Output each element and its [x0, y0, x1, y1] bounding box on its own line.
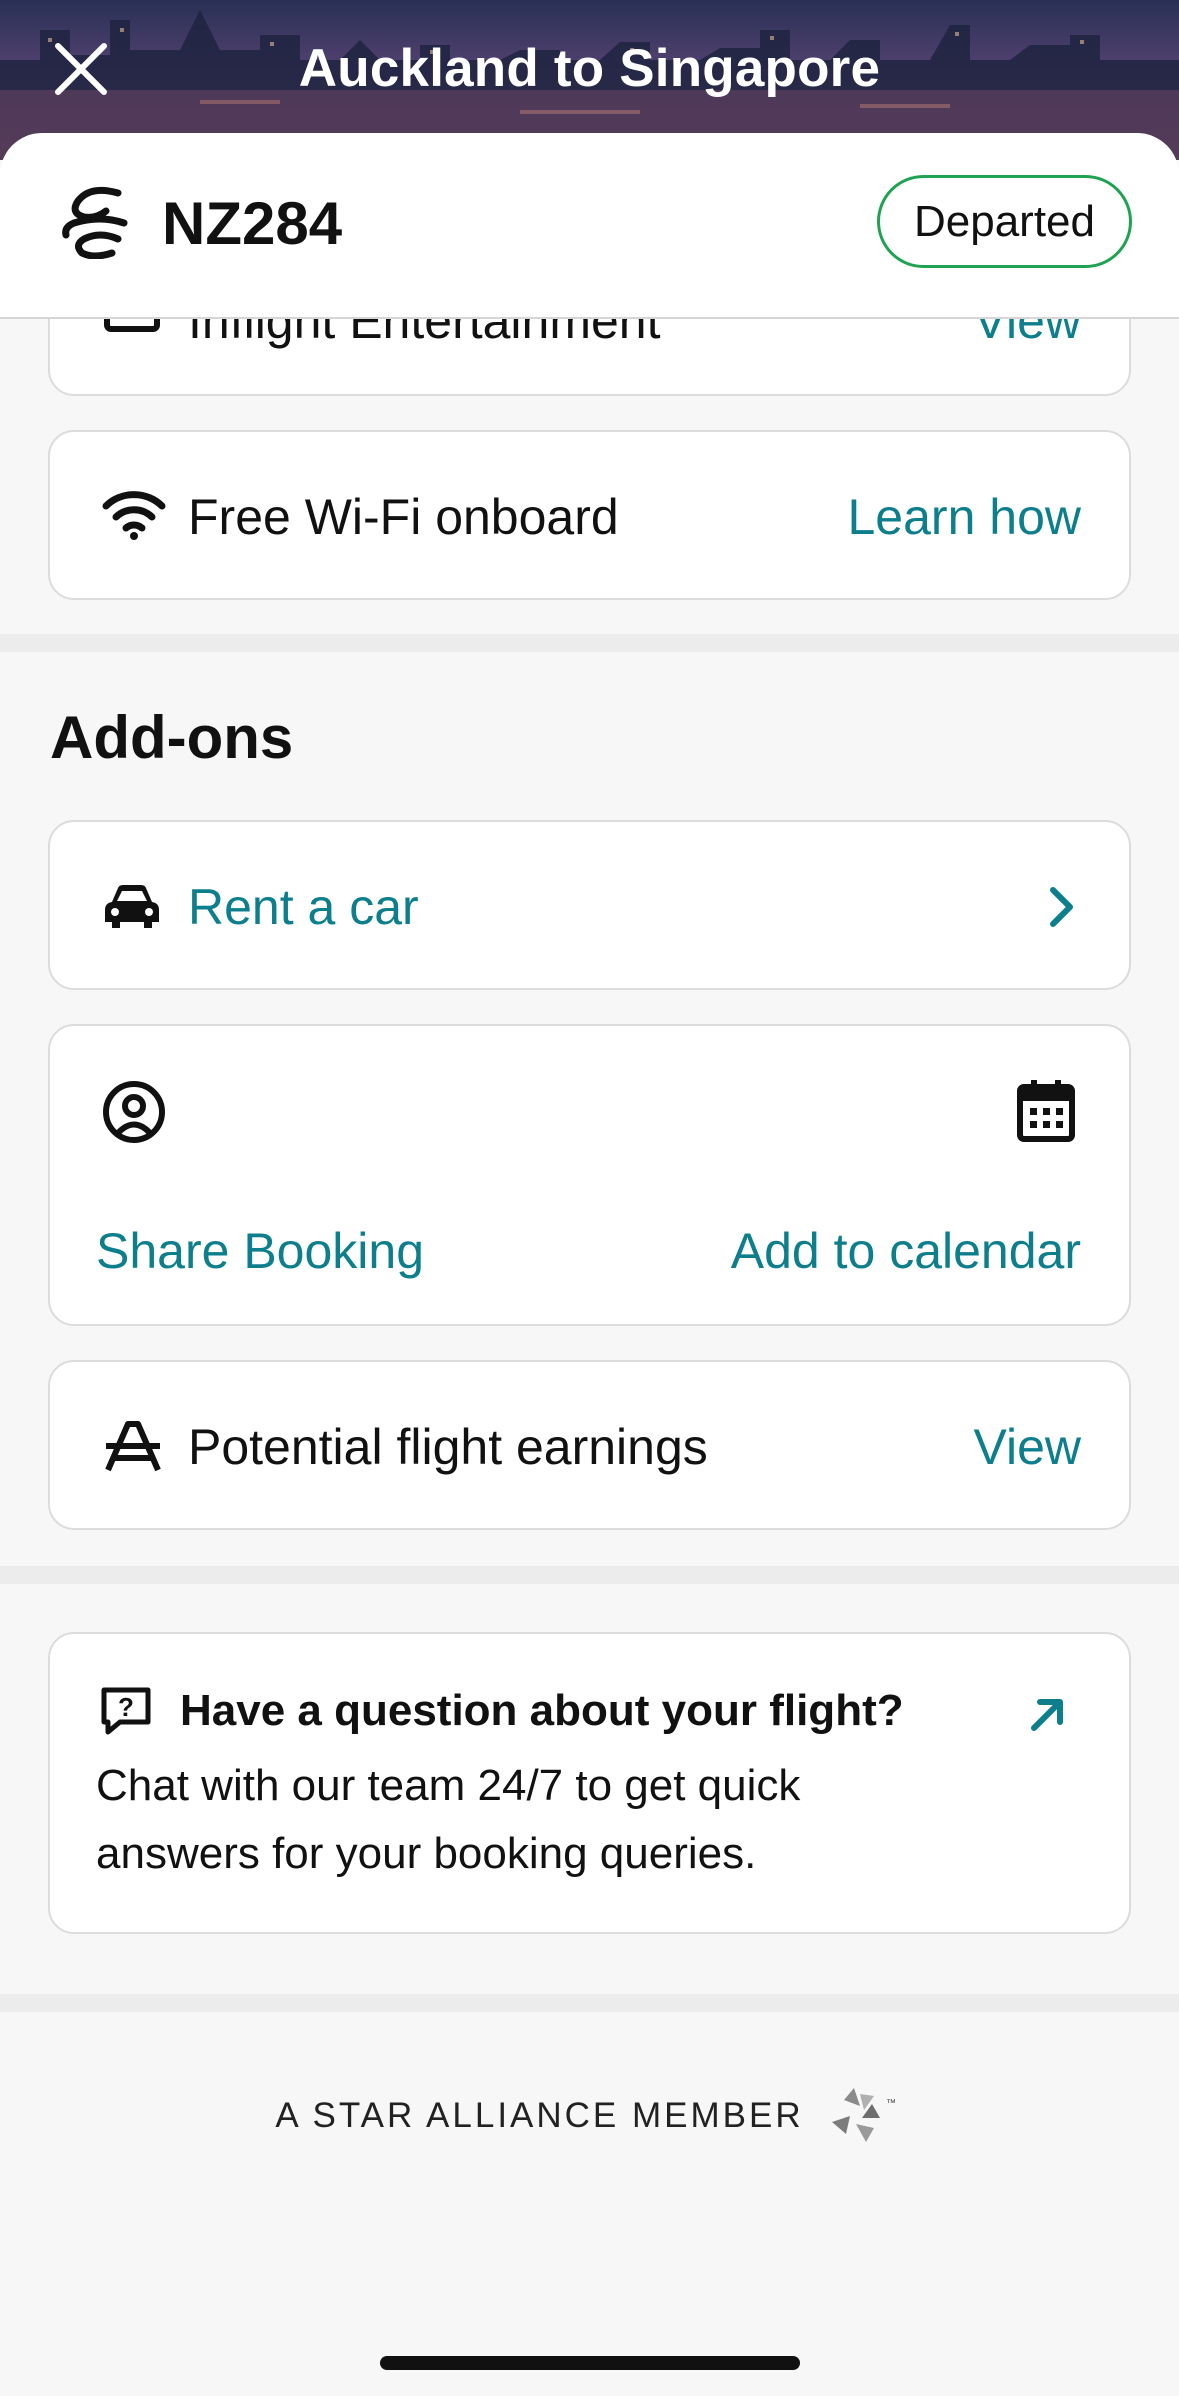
flight-status-badge: Departed [877, 175, 1132, 268]
rent-car-label: Rent a car [188, 879, 419, 935]
airpoints-icon [105, 1421, 161, 1472]
share-booking-button[interactable]: Share Booking [50, 1026, 550, 1326]
star-alliance-logo-icon: ™ [831, 2088, 896, 2142]
air-new-zealand-koru-icon [62, 186, 128, 259]
flight-number: NZ284 [162, 190, 343, 257]
section-divider [0, 1566, 1179, 1584]
wifi-label: Free Wi-Fi onboard [188, 489, 619, 545]
addons-section-title: Add-ons [50, 704, 294, 771]
add-to-calendar-button[interactable]: Add to calendar [629, 1026, 1129, 1326]
rent-car-card[interactable]: Rent a car [48, 820, 1131, 990]
question-chat-icon: ? [101, 1687, 151, 1735]
question-title: Have a question about your flight? [180, 1686, 904, 1735]
section-divider [0, 1994, 1179, 2012]
svg-text:?: ? [118, 1692, 134, 1722]
chevron-right-icon [1050, 887, 1073, 927]
earnings-label: Potential flight earnings [188, 1419, 708, 1475]
external-arrow-icon [1031, 1699, 1063, 1731]
scroll-content: Inflight Entertainment View Free Wi-Fi o… [0, 0, 1179, 2396]
trademark-mark: ™ [886, 2098, 896, 2109]
star-alliance-footer: A STAR ALLIANCE MEMBER ™ [0, 2086, 1179, 2146]
earnings-view-link[interactable]: View [974, 1418, 1081, 1476]
share-booking-label: Share Booking [96, 1223, 425, 1279]
earnings-card[interactable]: Potential flight earnings View [48, 1360, 1131, 1530]
section-divider [0, 634, 1179, 652]
trip-detail-screen: Inflight Entertainment View Free Wi-Fi o… [0, 0, 1179, 2396]
wifi-card[interactable]: Free Wi-Fi onboard Learn how [48, 430, 1131, 600]
car-icon [105, 885, 159, 928]
question-body: Chat with our team 24/7 to get quick ans… [96, 1761, 801, 1878]
wifi-icon [102, 491, 166, 540]
wifi-learn-how-link[interactable]: Learn how [848, 488, 1082, 546]
home-indicator[interactable] [380, 2356, 800, 2370]
share-calendar-card: Share Booking Add to calendar [48, 1024, 1131, 1326]
calendar-icon [1017, 1080, 1075, 1142]
user-circle-icon [103, 1081, 165, 1143]
add-to-calendar-label: Add to calendar [730, 1223, 1081, 1279]
star-alliance-text: A STAR ALLIANCE MEMBER [275, 2096, 804, 2135]
page-title: Auckland to Singapore [298, 39, 881, 98]
flight-summary-header: NZ284 Departed [0, 133, 1179, 319]
